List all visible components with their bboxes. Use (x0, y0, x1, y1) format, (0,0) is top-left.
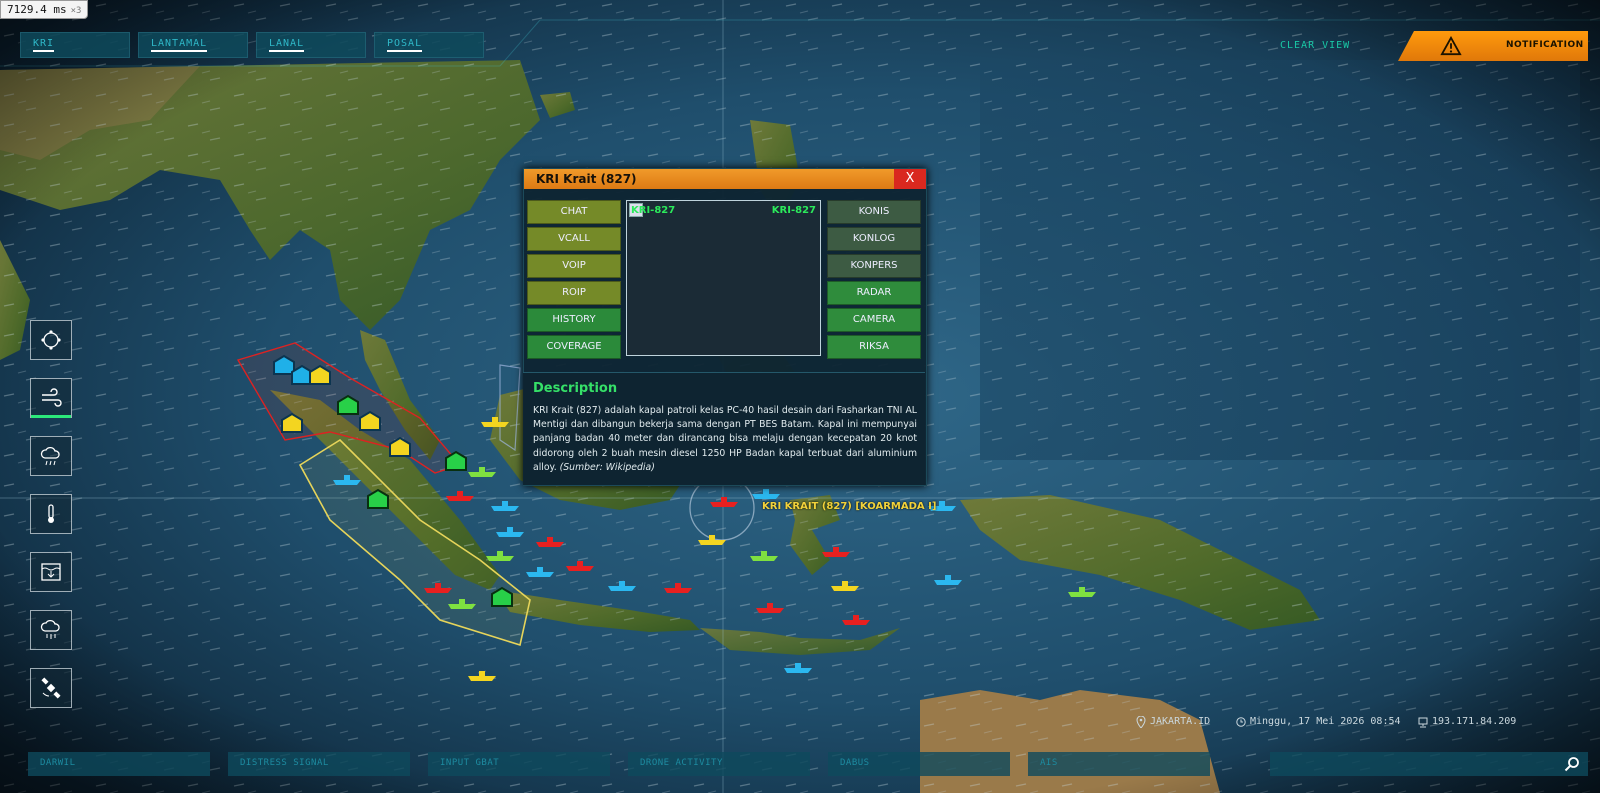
roip-button[interactable]: ROIP (527, 281, 621, 305)
selected-ship-label[interactable]: KRI KRAIT (827) [KOARMADA I] (762, 501, 936, 512)
chat-button[interactable]: CHAT (527, 200, 621, 224)
vessel-image-alt: KRI-827 (631, 205, 676, 216)
water-level-icon (41, 563, 61, 581)
tab-label: POSAL (387, 38, 423, 52)
computer-icon (1418, 717, 1428, 728)
perf-indicator: 7129.4 ms ×3 (0, 0, 89, 19)
description-source: (Sumber: Wikipedia) (559, 461, 655, 473)
panel-title: KRI Krait (827) (536, 172, 637, 186)
coverage-button[interactable]: COVERAGE (527, 335, 621, 359)
tab-ais[interactable]: AIS (1028, 752, 1210, 776)
tab-distress-signal[interactable]: DISTRESS SIGNAL (228, 752, 410, 776)
konlog-button[interactable]: KONLOG (827, 227, 921, 251)
tab-lanal[interactable]: LANAL (256, 32, 366, 58)
perf-mult: ×3 (70, 6, 82, 16)
tab-drone-activity[interactable]: DRONE ACTIVITY (628, 752, 810, 776)
bottom-tab-label: DARWIL (40, 758, 76, 768)
location-text: JAKARTA.ID (1150, 716, 1211, 727)
storm-icon (40, 619, 60, 639)
tab-label: LANAL (269, 38, 305, 52)
clock-icon (1236, 717, 1246, 727)
tab-input-gbat[interactable]: INPUT GBAT (428, 752, 610, 776)
tab-lantamal[interactable]: LANTAMAL (138, 32, 248, 58)
bottom-tab-label: DISTRESS SIGNAL (240, 758, 329, 768)
sidebar-wind-button[interactable] (30, 378, 72, 418)
radar-icon (41, 330, 61, 350)
camera-button[interactable]: CAMERA (827, 308, 921, 332)
vessel-image-frame: KRI-827 KRI-827 (626, 200, 821, 356)
sidebar-radar-button[interactable] (30, 320, 72, 360)
tab-kri[interactable]: KRI (20, 32, 130, 58)
bottom-tab-label: DABUS (840, 758, 870, 768)
datetime-text: Minggu, 17 Mei 2026 08:54 (1250, 716, 1401, 727)
perf-ms: 7129.4 (7, 3, 47, 16)
description-section: Description KRI Krait (827) adalah kapal… (523, 372, 925, 485)
vcall-button[interactable]: VCALL (527, 227, 621, 251)
tab-label: LANTAMAL (151, 38, 208, 52)
tab-posal[interactable]: POSAL (374, 32, 484, 58)
close-button[interactable]: X (894, 169, 926, 189)
riksa-button[interactable]: RIKSA (827, 335, 921, 359)
active-indicator (31, 415, 71, 418)
status-datetime: Minggu, 17 Mei 2026 08:54 (1236, 716, 1401, 727)
konpers-button[interactable]: KONPERS (827, 254, 921, 278)
warning-icon (1440, 36, 1462, 56)
vessel-id: KRI-827 (771, 205, 816, 216)
ip-text: 193.171.84.209 (1432, 716, 1517, 727)
tab-dabus[interactable]: DABUS (828, 752, 1010, 776)
sidebar-storm-button[interactable] (30, 610, 72, 650)
satellite-icon (41, 677, 61, 699)
notification-label: NOTIFICATION (1506, 40, 1584, 50)
description-title: Description (533, 381, 618, 396)
sidebar-rain-button[interactable] (30, 436, 72, 476)
clear-view-button[interactable]: CLEAR VIEW (1280, 40, 1350, 51)
tab-darwil[interactable]: DARWIL (28, 752, 210, 776)
wind-icon (42, 388, 62, 407)
rain-cloud-icon (40, 446, 60, 466)
tab-label: KRI (33, 38, 55, 52)
sidebar-water-level-button[interactable] (30, 552, 72, 592)
search-icon[interactable] (1564, 756, 1580, 772)
notification-button[interactable]: NOTIFICATION (1398, 31, 1588, 61)
radar-button[interactable]: RADAR (827, 281, 921, 305)
description-text: KRI Krait (827) adalah kapal patroli kel… (533, 404, 917, 475)
panel-header[interactable]: KRI Krait (827) (524, 169, 894, 189)
sidebar-satellite-button[interactable] (30, 668, 72, 708)
konis-button[interactable]: KONIS (827, 200, 921, 224)
status-ip: 193.171.84.209 (1418, 716, 1517, 728)
status-location: JAKARTA.ID (1136, 716, 1211, 728)
bottom-tab-label: AIS (1040, 758, 1058, 768)
thermometer-icon (48, 504, 54, 523)
location-pin-icon (1136, 716, 1146, 728)
bottom-tab-label: DRONE ACTIVITY (640, 758, 723, 768)
bottom-tab-label: INPUT GBAT (440, 758, 500, 768)
sidebar-temperature-button[interactable] (30, 494, 72, 534)
perf-unit: ms (53, 3, 67, 16)
history-button[interactable]: HISTORY (527, 308, 621, 332)
search-bar[interactable] (1270, 752, 1588, 776)
voip-button[interactable]: VOIP (527, 254, 621, 278)
